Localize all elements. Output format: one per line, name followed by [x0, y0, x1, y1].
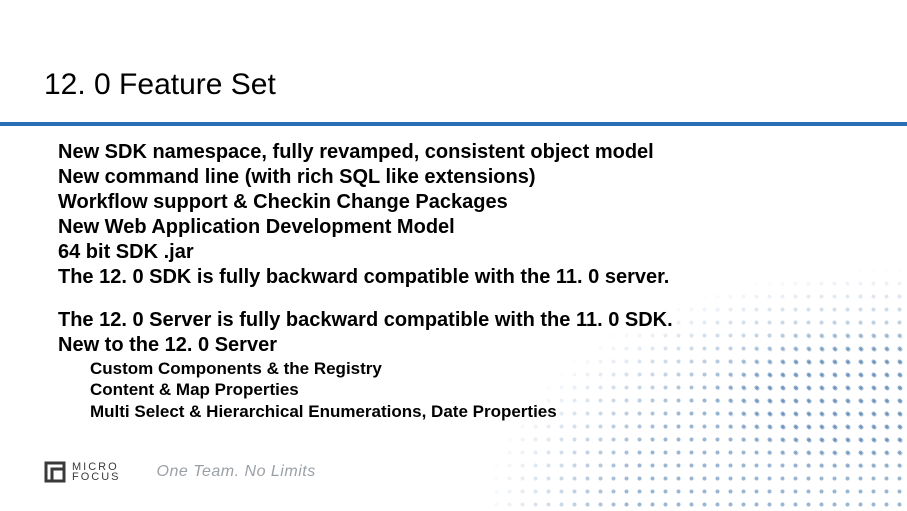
brand-logo: MICRO FOCUS: [44, 461, 121, 483]
sub-bullet-line: Content & Map Properties: [90, 379, 858, 400]
bullet-line: New command line (with rich SQL like ext…: [58, 165, 858, 190]
bullet-line: New Web Application Development Model: [58, 215, 858, 240]
bullet-line: New to the 12. 0 Server: [58, 333, 858, 358]
bullet-line: New SDK namespace, fully revamped, consi…: [58, 140, 858, 165]
slide: 12. 0 Feature Set New SDK namespace, ful…: [0, 0, 907, 511]
title-rule: [0, 122, 907, 126]
sub-list: Custom Components & the Registry Content…: [90, 358, 858, 422]
logo-mark-icon: [44, 461, 66, 483]
bullet-line: Workflow support & Checkin Change Packag…: [58, 190, 858, 215]
bullet-line: The 12. 0 SDK is fully backward compatib…: [58, 265, 858, 290]
footer: MICRO FOCUS One Team. No Limits: [44, 461, 316, 483]
brand-line-2: FOCUS: [72, 471, 121, 483]
spacer: [58, 290, 858, 308]
sub-bullet-line: Multi Select & Hierarchical Enumerations…: [90, 401, 858, 422]
sub-bullet-line: Custom Components & the Registry: [90, 358, 858, 379]
slide-body: New SDK namespace, fully revamped, consi…: [58, 140, 858, 422]
bullet-line: The 12. 0 Server is fully backward compa…: [58, 308, 858, 333]
slide-title: 12. 0 Feature Set: [44, 68, 276, 102]
tagline: One Team. No Limits: [157, 463, 316, 481]
brand-text: MICRO FOCUS: [72, 462, 121, 482]
bullet-line: 64 bit SDK .jar: [58, 240, 858, 265]
